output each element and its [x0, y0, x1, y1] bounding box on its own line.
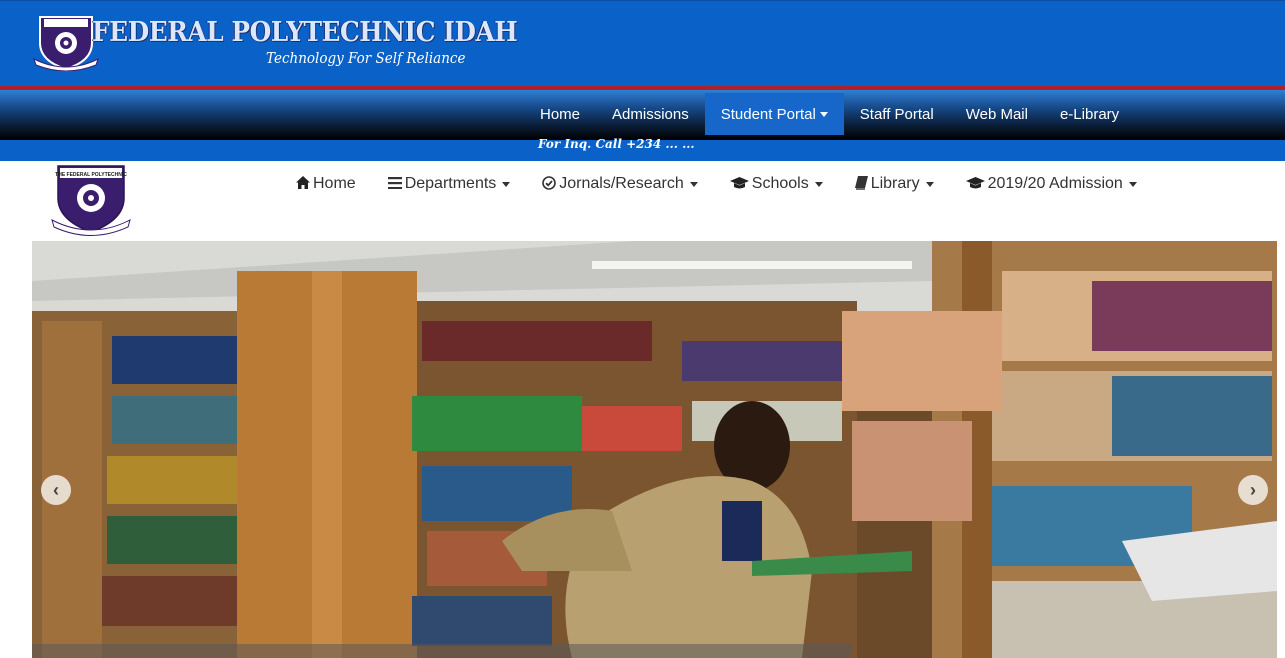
secnav-item-library[interactable]: Library	[854, 172, 934, 196]
secondary-navigation: Home Departments Jornals/Research School…	[296, 172, 1169, 196]
top-navigation: Home Admissions Student Portal Staff Por…	[0, 90, 1285, 140]
secnav-item-journals-research[interactable]: Jornals/Research	[542, 172, 698, 196]
secnav-item-home[interactable]: Home	[296, 172, 356, 196]
secnav-label: 2019/20 Admission	[987, 175, 1123, 192]
topnav-label: e-Library	[1059, 105, 1120, 123]
site-motto: Technology For Self Reliance	[266, 49, 466, 67]
graduation-cap-icon	[965, 176, 985, 192]
secnav-item-admission-2019-20[interactable]: 2019/20 Admission	[965, 172, 1137, 196]
secnav-item-schools[interactable]: Schools	[729, 172, 823, 196]
graduation-cap-icon	[729, 176, 749, 192]
topnav-item-web-mail[interactable]: Web Mail	[950, 93, 1044, 135]
topnav-label: Admissions	[612, 105, 689, 123]
book-icon	[854, 175, 868, 193]
secnav-label: Schools	[751, 175, 809, 192]
secnav-label: Library	[870, 175, 920, 192]
carousel-caption-bar	[32, 644, 852, 658]
topnav-label: Staff Portal	[859, 105, 934, 123]
home-icon	[296, 176, 310, 192]
carousel-next-button[interactable]: ›	[1238, 475, 1268, 505]
check-circle-icon	[542, 175, 557, 193]
library-photo	[32, 241, 1277, 658]
topnav-item-staff-portal[interactable]: Staff Portal	[844, 93, 950, 135]
topnav-item-student-portal[interactable]: Student Portal	[704, 93, 844, 135]
caret-down-icon	[502, 181, 511, 187]
site-title: FEDERAL POLYTECHNIC IDAH	[92, 17, 518, 48]
left-bookshelf	[42, 321, 252, 658]
secnav-label: Departments	[404, 175, 497, 192]
topnav-label: Web Mail	[965, 105, 1028, 123]
polytechnic-crest-logo[interactable]	[32, 13, 100, 72]
logo-text: THE FEDERAL POLYTECHNIC	[55, 172, 127, 178]
caret-down-icon	[689, 181, 698, 187]
chevron-left-icon: ‹	[53, 479, 59, 500]
inquiry-text: For Inq. Call +234 ... ...	[538, 137, 695, 151]
secnav-item-departments[interactable]: Departments	[387, 172, 511, 196]
carousel-prev-button[interactable]: ‹	[41, 475, 71, 505]
secnav-label: Home	[313, 175, 356, 192]
caret-down-icon	[1128, 181, 1137, 187]
image-carousel[interactable]: ‹ ›	[32, 241, 1277, 658]
list-icon	[387, 176, 402, 192]
topnav-label: Student Portal	[720, 105, 816, 123]
secnav-label: Jornals/Research	[559, 175, 684, 192]
topnav-item-home[interactable]: Home	[524, 93, 596, 135]
chevron-right-icon: ›	[1250, 479, 1256, 500]
polytechnic-logo[interactable]: THE FEDERAL POLYTECHNIC	[50, 164, 132, 236]
topnav-label: Home	[540, 105, 581, 123]
topnav-item-e-library[interactable]: e-Library	[1044, 93, 1135, 135]
caret-down-icon	[819, 111, 828, 117]
caret-down-icon	[814, 181, 823, 187]
caret-down-icon	[925, 181, 934, 187]
site-banner: FEDERAL POLYTECHNIC IDAH Technology For …	[0, 0, 1285, 86]
topnav-item-admissions[interactable]: Admissions	[596, 93, 705, 135]
